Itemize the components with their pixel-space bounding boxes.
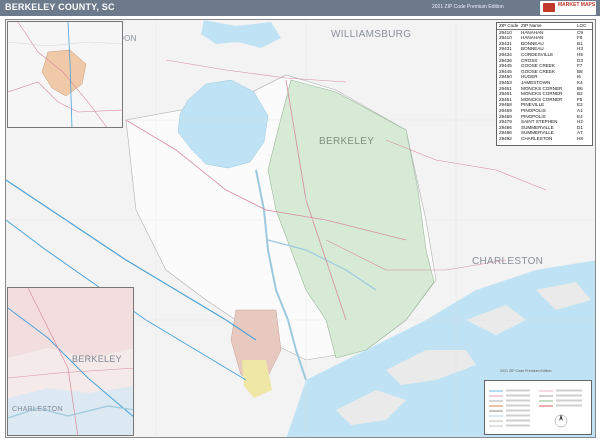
loc-header: LOC — [577, 23, 587, 28]
zip-name-header: ZIP Name — [521, 23, 542, 28]
zip-code-table: ZIP Code ZIP Name LOC 29410 HANAHAN C9 2941… — [496, 22, 593, 146]
berkeley-inset-label: BERKELEY — [72, 354, 122, 364]
logo-mark-icon — [543, 3, 555, 12]
inset-map-north[interactable] — [7, 21, 123, 128]
north-arrow-icon — [554, 414, 568, 428]
charleston-county-label: CHARLESTON — [472, 256, 544, 267]
legend-canvas — [489, 389, 582, 428]
scale-note: 2021 ZIP Code Premium Edition — [500, 369, 552, 373]
zip-code-header: ZIP Code — [499, 23, 519, 28]
publisher-logo: MARKET MAPS — [540, 1, 596, 15]
zip-table-header: ZIP Code ZIP Name LOC — [497, 23, 592, 30]
zip-name-cell: CHARLESTON — [521, 135, 553, 141]
charleston-inset-label: CHARLESTON — [12, 406, 63, 413]
zip-table-row: 29492 CHARLESTON H8 — [497, 136, 592, 142]
map-legend — [484, 380, 592, 435]
map-title: BERKELEY COUNTY, SC — [5, 2, 115, 12]
logo-text: MARKET MAPS — [558, 2, 596, 8]
zip-code-cell: 29492 — [499, 135, 512, 141]
inset-north-canvas — [8, 22, 122, 127]
edition-label: 2021 ZIP Code Premium Edition — [432, 4, 504, 10]
berkeley-county-label: BERKELEY — [319, 136, 375, 147]
map-header: BERKELEY COUNTY, SC 2021 ZIP Code Premiu… — [0, 0, 600, 16]
zip-table-body: 29410 HANAHAN C9 29410 HANAHAN F8 29431 BONNEAU… — [497, 30, 592, 142]
williamsburg-label: WILLIAMSBURG — [331, 29, 412, 40]
loc-cell: H8 — [577, 135, 583, 141]
inset-map-south[interactable]: BERKELEY CHARLESTON — [7, 287, 134, 436]
